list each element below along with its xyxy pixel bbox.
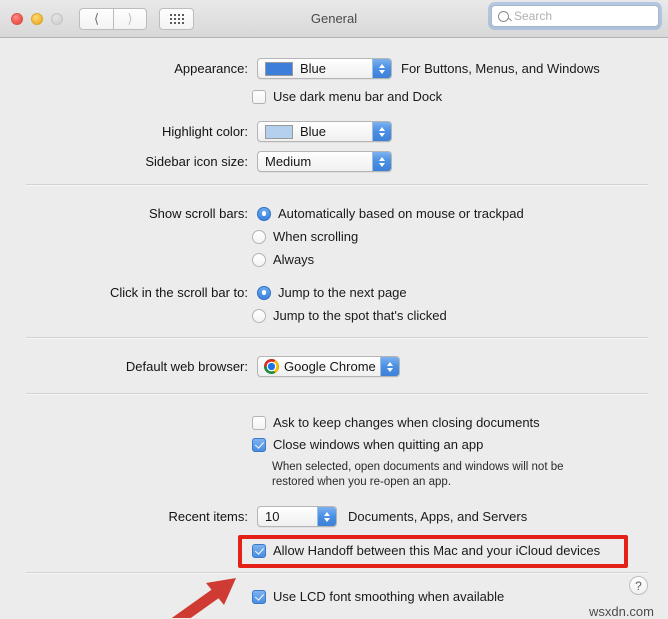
appearance-value: Blue: [300, 61, 327, 76]
chevron-updown-icon[interactable]: [372, 122, 391, 141]
appearance-row: Appearance: Blue For Buttons, Menus, and…: [118, 58, 600, 79]
traffic-light-group: [11, 12, 63, 25]
scroll-bars-radio-automatic[interactable]: [257, 206, 271, 221]
close-windows-help-line-2: restored when you re-open an app.: [272, 476, 452, 488]
section-divider: [26, 337, 648, 338]
close-windows-checkbox[interactable]: [252, 437, 266, 452]
appearance-popup-button[interactable]: Blue: [257, 58, 392, 79]
font-smoothing-checkbox[interactable]: [252, 589, 266, 604]
chevron-updown-icon[interactable]: [372, 59, 391, 78]
dark-menu-bar-row[interactable]: Use dark menu bar and Dock: [252, 89, 442, 104]
default-browser-value: Google Chrome: [284, 359, 376, 374]
sidebar-icon-size-value: Medium: [265, 154, 312, 169]
close-windows-help-line-1: When selected, open documents and window…: [272, 461, 564, 473]
font-smoothing-row[interactable]: Use LCD font smoothing when available: [252, 589, 504, 604]
highlight-color-row: Highlight color: Blue: [118, 121, 392, 142]
recent-items-popup-button[interactable]: 10: [257, 506, 337, 527]
chevron-updown-icon[interactable]: [380, 357, 399, 376]
recent-items-label: Recent items:: [168, 509, 248, 524]
scroll-bars-option-label: When scrolling: [273, 229, 359, 244]
scroll-bars-option-row[interactable]: Always: [252, 252, 314, 267]
zoom-button-icon[interactable]: [51, 12, 63, 25]
highlight-color-popup-button[interactable]: Blue: [257, 121, 392, 142]
show-all-grid-icon: [169, 13, 184, 24]
scroll-click-option-label: Jump to the spot that's clicked: [273, 308, 447, 323]
window-titlebar: ⟨ ⟩ General Search: [0, 0, 668, 38]
navigation-buttons: ⟨ ⟩: [79, 7, 147, 30]
scroll-click-label: Click in the scroll bar to:: [110, 285, 248, 300]
ask-keep-changes-row[interactable]: Ask to keep changes when closing documen…: [252, 415, 540, 430]
scroll-bars-option-row[interactable]: When scrolling: [252, 229, 358, 244]
default-browser-popup-button[interactable]: Google Chrome: [257, 356, 400, 377]
section-divider: [26, 572, 648, 573]
scroll-bars-option-label: Always: [273, 252, 315, 267]
chevron-left-icon: ⟨: [93, 11, 100, 26]
scroll-bars-radio-when-scrolling[interactable]: [252, 229, 266, 244]
close-windows-row[interactable]: Close windows when quitting an app: [252, 437, 483, 452]
help-button[interactable]: ?: [629, 576, 648, 595]
ask-keep-changes-checkbox[interactable]: [252, 415, 266, 430]
recent-items-hint: Documents, Apps, and Servers: [348, 509, 528, 524]
sidebar-icon-size-popup-button[interactable]: Medium: [257, 151, 392, 172]
scroll-bars-radio-always[interactable]: [252, 252, 266, 267]
handoff-label: Allow Handoff between this Mac and your …: [273, 543, 601, 558]
appearance-hint: For Buttons, Menus, and Windows: [401, 61, 600, 76]
close-windows-help-text: When selected, open documents and window…: [272, 460, 564, 490]
section-divider: [26, 184, 648, 185]
handoff-checkbox[interactable]: [252, 543, 266, 558]
back-button[interactable]: ⟨: [79, 7, 113, 30]
sidebar-icon-size-label: Sidebar icon size:: [145, 154, 248, 169]
scroll-click-option-row[interactable]: Jump to the spot that's clicked: [252, 308, 447, 323]
chevron-right-icon: ⟩: [127, 11, 133, 26]
search-box[interactable]: Search: [488, 2, 662, 30]
chevron-updown-icon[interactable]: [372, 152, 391, 171]
highlight-color-swatch: [265, 124, 293, 139]
handoff-row[interactable]: Allow Handoff between this Mac and your …: [252, 543, 600, 558]
chevron-updown-icon[interactable]: [317, 507, 336, 526]
scroll-bars-option-label: Automatically based on mouse or trackpad: [278, 206, 524, 221]
highlight-color-value: Blue: [300, 124, 327, 139]
sidebar-icon-size-row: Sidebar icon size: Medium: [118, 151, 392, 172]
dark-menu-bar-checkbox[interactable]: [252, 89, 266, 104]
search-input[interactable]: Search: [491, 5, 659, 27]
search-placeholder: Search: [514, 9, 553, 23]
scroll-click-row: Click in the scroll bar to: Jump to the …: [82, 285, 407, 300]
show-scroll-bars-row: Show scroll bars: Automatically based on…: [118, 206, 524, 221]
scroll-click-option-label: Jump to the next page: [278, 285, 407, 300]
default-browser-label: Default web browser:: [125, 359, 248, 374]
appearance-color-swatch: [265, 61, 293, 76]
recent-items-value: 10: [265, 509, 280, 524]
close-windows-label: Close windows when quitting an app: [273, 437, 484, 452]
question-mark-icon: ?: [635, 578, 642, 593]
section-divider: [26, 393, 648, 394]
minimize-button-icon[interactable]: [31, 12, 43, 25]
dark-menu-bar-label: Use dark menu bar and Dock: [273, 89, 443, 104]
scroll-click-radio-spot-clicked[interactable]: [252, 308, 266, 323]
appearance-label: Appearance:: [174, 61, 248, 76]
recent-items-row: Recent items: 10 Documents, Apps, and Se…: [118, 506, 527, 527]
font-smoothing-label: Use LCD font smoothing when available: [273, 589, 505, 604]
ask-keep-changes-label: Ask to keep changes when closing documen…: [273, 415, 540, 430]
forward-button[interactable]: ⟩: [113, 7, 147, 30]
chrome-icon: [264, 359, 279, 374]
highlight-color-label: Highlight color:: [162, 124, 248, 139]
close-button-icon[interactable]: [11, 12, 23, 25]
default-browser-row: Default web browser: Google Chrome: [88, 356, 400, 377]
general-preferences-pane: Appearance: Blue For Buttons, Menus, and…: [0, 38, 668, 619]
show-scroll-bars-label: Show scroll bars:: [149, 206, 248, 221]
show-all-button[interactable]: [159, 7, 194, 30]
scroll-click-radio-next-page[interactable]: [257, 285, 271, 300]
search-icon: [498, 10, 509, 22]
